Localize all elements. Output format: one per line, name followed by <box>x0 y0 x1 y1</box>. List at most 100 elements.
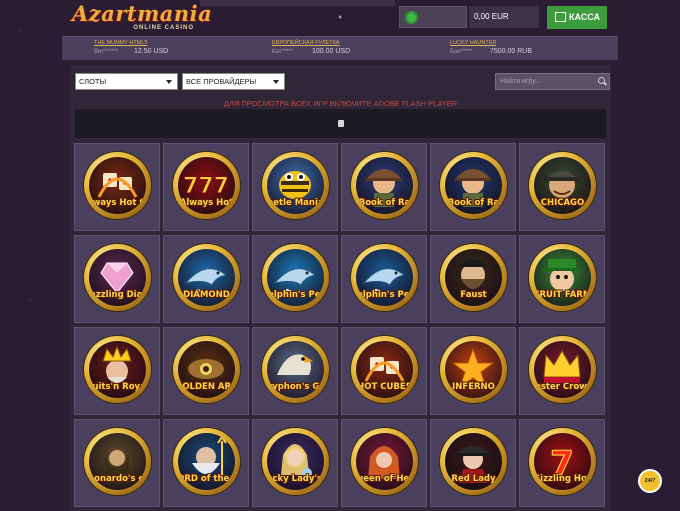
winner-game-link[interactable]: ЕВРОПЕЙСКАЯ РУЛЕТКА <box>272 40 442 46</box>
support-chat-button[interactable]: 24/7 <box>638 469 662 493</box>
game-tile[interactable]: Dolphin's Pearl <box>252 235 338 323</box>
game-thumbnail[interactable]: 7 Sizzling Hot <box>529 428 596 495</box>
game-thumbnail[interactable]: Fruits'n Royals <box>84 336 151 403</box>
game-title: Fruits'n Royals <box>89 382 146 392</box>
game-thumbnail[interactable]: Book of Ra <box>351 152 418 219</box>
game-title: Lucky Lady's Charm <box>267 474 324 484</box>
game-tile[interactable]: Book of Ra <box>341 143 427 231</box>
plugin-icon <box>338 120 344 127</box>
game-thumbnail[interactable]: Book of Ra <box>440 152 507 219</box>
game-thumbnail-inner: GOLDEN ARK <box>178 341 235 398</box>
game-tile[interactable]: Gryphon's Gold <box>252 327 338 415</box>
game-thumbnail[interactable]: Gryphon's Gold <box>262 336 329 403</box>
game-tile[interactable]: Book of Ra <box>430 143 516 231</box>
game-title: CHICAGO <box>540 198 585 208</box>
winner-item: THE MUMMY HTML5 Вит****** 12.50 USD <box>94 40 264 55</box>
game-title: Always Hot Cubes <box>89 198 146 208</box>
game-tile[interactable]: INFERNO <box>430 327 516 415</box>
game-title: Faust <box>460 290 487 300</box>
category-select[interactable]: СЛОТЫ <box>75 73 178 90</box>
game-thumbnail[interactable]: Leonardo's code <box>84 428 151 495</box>
logo-subtitle: ONLINE CASINO <box>133 25 194 31</box>
game-tile[interactable]: LORD of the OCEAN <box>163 419 249 507</box>
game-tile[interactable]: Dazzling Diamonds <box>74 235 160 323</box>
category-select-value: СЛОТЫ <box>79 77 107 86</box>
game-thumbnail-inner: Leonardo's code <box>89 433 146 490</box>
game-title: Jester Crown <box>534 382 591 392</box>
game-thumbnail[interactable]: Beetle Mania Deluxe <box>262 152 329 219</box>
game-thumbnail[interactable]: Faust <box>440 244 507 311</box>
game-thumbnail[interactable]: DIAMOND <box>173 244 240 311</box>
game-tile[interactable]: HOT CUBES <box>341 327 427 415</box>
game-tile[interactable]: Dolphin's Pearl deluxe <box>341 235 427 323</box>
game-tile[interactable]: Beetle Mania Deluxe <box>252 143 338 231</box>
game-thumbnail-inner: Dolphin's Pearl deluxe <box>356 249 413 306</box>
game-tile[interactable]: Lucky Lady's Charm <box>252 419 338 507</box>
game-thumbnail[interactable]: GOLDEN ARK <box>173 336 240 403</box>
game-thumbnail[interactable]: Dazzling Diamonds <box>84 244 151 311</box>
search-placeholder: Найти игру... <box>500 78 541 85</box>
search-input[interactable]: Найти игру... <box>495 73 610 90</box>
game-tile[interactable]: 777 Always Hot <box>163 143 249 231</box>
game-thumbnail[interactable]: Red Lady <box>440 428 507 495</box>
game-tile[interactable]: Faust <box>430 235 516 323</box>
winner-amount: 7500.00 RUB <box>490 48 533 55</box>
game-thumbnail-inner: Faust <box>445 249 502 306</box>
game-thumbnail[interactable]: INFERNO <box>440 336 507 403</box>
search-icon[interactable] <box>598 77 605 84</box>
game-tile[interactable]: Always Hot Cubes <box>74 143 160 231</box>
game-tile[interactable]: Red Lady <box>430 419 516 507</box>
game-tile[interactable]: Jester Crown <box>519 327 605 415</box>
game-title: Dolphin's Pearl <box>267 290 324 300</box>
game-title: Sizzling Hot <box>534 474 591 484</box>
flash-warning: ДЛЯ ПРОСМОТРА ВСЕХ ИГР ВКЛЮЧИТЕ ADOBE FL… <box>223 99 458 108</box>
game-tile[interactable]: FRUIT FARM <box>519 235 605 323</box>
provider-select-value: ВСЕ ПРОВАЙДЕРЫ <box>186 77 257 86</box>
flash-plugin-area[interactable] <box>75 109 606 138</box>
game-title: DIAMOND <box>183 290 230 300</box>
game-thumbnail[interactable]: Queen of Hearts <box>351 428 418 495</box>
provider-select[interactable]: ВСЕ ПРОВАЙДЕРЫ <box>182 73 285 90</box>
recent-winners-strip: THE MUMMY HTML5 Вит****** 12.50 USD ЕВРОП… <box>62 36 618 60</box>
game-title: Leonardo's code <box>89 474 146 484</box>
games-panel: СЛОТЫ ВСЕ ПРОВАЙДЕРЫ Найти игру... ДЛЯ П… <box>70 65 611 511</box>
game-tile[interactable]: CHICAGO <box>519 143 605 231</box>
currency-button[interactable] <box>399 6 467 28</box>
game-title: LORD of the OCEAN <box>178 474 235 484</box>
game-title: Gryphon's Gold <box>267 382 324 392</box>
game-thumbnail[interactable]: HOT CUBES <box>351 336 418 403</box>
game-thumbnail-inner: Beetle Mania Deluxe <box>267 157 324 214</box>
logo[interactable]: Azartmania ONLINE CASINO <box>72 3 212 35</box>
game-thumbnail[interactable]: Lucky Lady's Charm <box>262 428 329 495</box>
game-title: Book of Ra <box>447 198 500 208</box>
game-thumbnail[interactable]: LORD of the OCEAN <box>173 428 240 495</box>
chevron-down-icon <box>273 80 279 84</box>
game-title: Always Hot <box>179 198 234 208</box>
game-thumbnail[interactable]: Dolphin's Pearl <box>262 244 329 311</box>
cashier-button[interactable]: КАССА <box>547 6 607 29</box>
game-thumbnail-inner: Queen of Hearts <box>356 433 413 490</box>
game-title: Queen of Hearts <box>356 474 413 484</box>
game-tile[interactable]: 7 Sizzling Hot <box>519 419 605 507</box>
winner-game-link[interactable]: THE MUMMY HTML5 <box>94 40 264 46</box>
game-tile[interactable]: GOLDEN ARK <box>163 327 249 415</box>
game-tile[interactable]: DIAMOND <box>163 235 249 323</box>
game-thumbnail-inner: 777 Always Hot <box>178 157 235 214</box>
game-thumbnail[interactable]: 777 Always Hot <box>173 152 240 219</box>
game-thumbnail-inner: 7 Sizzling Hot <box>534 433 591 490</box>
winner-user: Кат***** <box>272 49 294 55</box>
winner-game-link[interactable]: LUCKY HAUNTER <box>450 40 620 46</box>
cashier-label: КАССА <box>569 12 601 22</box>
game-tile[interactable]: Leonardo's code <box>74 419 160 507</box>
game-thumbnail[interactable]: CHICAGO <box>529 152 596 219</box>
game-title: INFERNO <box>452 382 495 392</box>
game-tile[interactable]: Fruits'n Royals <box>74 327 160 415</box>
game-thumbnail[interactable]: Dolphin's Pearl deluxe <box>351 244 418 311</box>
game-tile[interactable]: Queen of Hearts <box>341 419 427 507</box>
game-thumbnail[interactable]: FRUIT FARM <box>529 244 596 311</box>
winner-item: LUCKY HAUNTER Бон***** 7500.00 RUB <box>450 40 620 55</box>
game-thumbnail-inner: LORD of the OCEAN <box>178 433 235 490</box>
game-thumbnail[interactable]: Always Hot Cubes <box>84 152 151 219</box>
game-thumbnail[interactable]: Jester Crown <box>529 336 596 403</box>
game-thumbnail-inner: INFERNO <box>445 341 502 398</box>
